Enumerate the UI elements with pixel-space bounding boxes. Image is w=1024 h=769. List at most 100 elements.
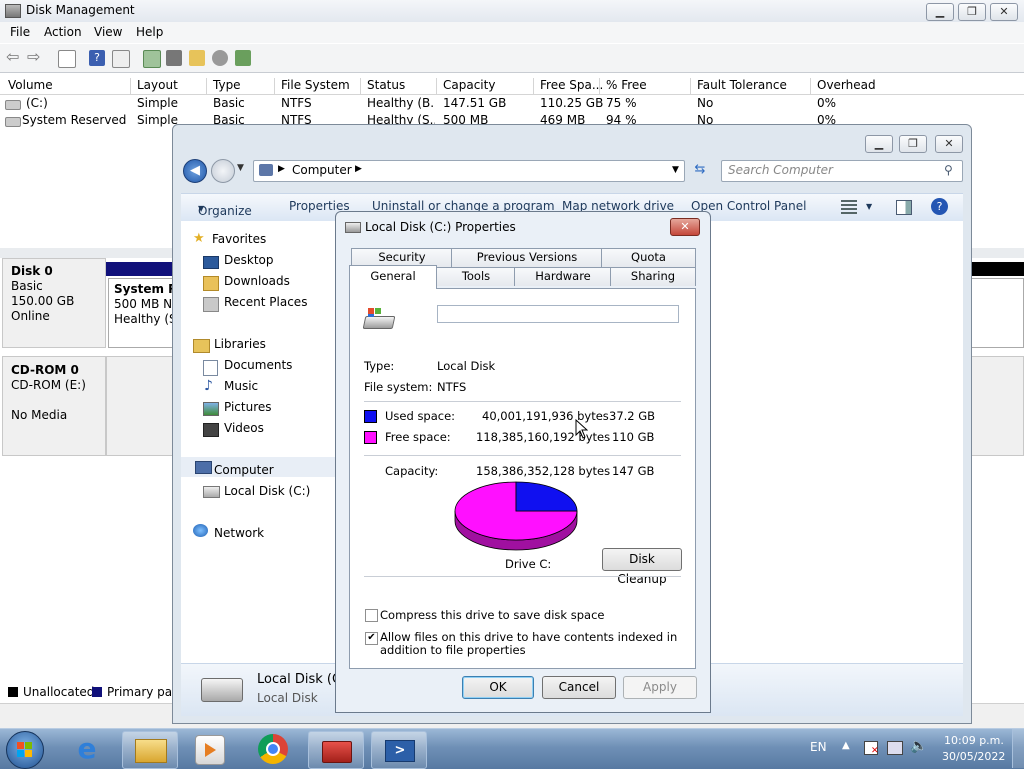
disk-0-size: 150.00 GB [11,294,75,308]
col-fault-tolerance[interactable]: Fault Tolerance [690,78,787,94]
col-file-system[interactable]: File System [274,78,350,94]
col-percent-free[interactable]: % Free [599,78,647,94]
address-dropdown-icon[interactable]: ▼ [672,165,679,175]
tab-hardware[interactable]: Hardware [514,267,612,286]
search-input[interactable]: Search Computer ⚲ [721,160,963,182]
explorer-close-button[interactable]: ✕ [935,135,963,153]
nav-recent-places[interactable]: Recent Places [224,295,307,309]
tab-tools[interactable]: Tools [436,267,516,286]
chrome-icon[interactable] [258,734,288,764]
open-control-panel-button[interactable]: Open Control Panel [691,199,806,213]
menu-help[interactable]: Help [136,25,163,39]
nav-videos[interactable]: Videos [224,421,264,435]
minimize-button[interactable]: ▁ [926,3,954,21]
col-volume[interactable]: Volume [0,78,53,94]
compress-checkbox[interactable] [365,609,378,622]
close-button[interactable]: ✕ [990,3,1018,21]
preview-pane-icon[interactable] [896,200,912,215]
nav-desktop[interactable]: Desktop [224,253,274,267]
forward-arrow-icon[interactable]: ⇨ [27,49,43,66]
view-options-icon[interactable] [841,200,857,214]
col-overhead[interactable]: Overhead [810,78,876,94]
local-disk-icon [203,486,220,498]
start-button[interactable] [6,731,44,769]
settings-icon[interactable] [235,50,251,66]
compress-label[interactable]: Compress this drive to save disk space [380,608,604,622]
cell-volume: System Reserved [22,113,127,127]
cancel-button[interactable]: Cancel [542,676,616,699]
task-powershell[interactable]: > [371,731,427,769]
show-hide-tree-icon[interactable] [58,50,76,68]
address-bar[interactable]: ▶ Computer ▶ ▼ [253,160,685,182]
table-row[interactable]: (C:) Simple Basic NTFS Healthy (B... 147… [0,95,1024,112]
volume-icon[interactable]: 🔈 [910,738,927,754]
language-indicator[interactable]: EN [810,740,827,754]
search-icon[interactable]: ⚲ [944,163,953,177]
show-desktop-button[interactable] [1012,729,1024,768]
index-label[interactable]: Allow files on this drive to have conten… [380,631,685,657]
history-chevron-icon[interactable]: ▼ [237,163,244,173]
refresh-icon[interactable] [143,50,161,68]
nav-downloads[interactable]: Downloads [224,274,290,288]
col-capacity[interactable]: Capacity [436,78,495,94]
search-icon[interactable] [212,50,228,66]
tab-sharing[interactable]: Sharing [610,267,696,286]
help-icon[interactable]: ? [89,50,105,66]
nav-libraries[interactable]: Libraries [214,337,266,351]
explorer-maximize-button[interactable]: ❐ [899,135,927,153]
clock-date[interactable]: 30/05/2022 [942,750,1005,763]
ok-button[interactable]: OK [462,676,534,699]
used-space-label: Used space: [385,409,456,423]
nav-documents[interactable]: Documents [224,358,292,372]
tab-general[interactable]: General [349,265,437,289]
network-tray-icon[interactable] [887,741,903,755]
task-computer-management[interactable] [308,731,364,769]
col-status[interactable]: Status [360,78,405,94]
breadcrumb-arrow-icon[interactable]: ▶ [278,164,285,174]
explorer-minimize-button[interactable]: ▁ [865,135,893,153]
open-folder-icon[interactable] [189,50,205,66]
rescan-icon[interactable] [166,50,182,66]
task-explorer[interactable] [122,731,178,769]
clock-time[interactable]: 10:09 p.m. [944,734,1004,747]
col-type[interactable]: Type [206,78,241,94]
nav-favorites[interactable]: Favorites [212,232,266,246]
internet-explorer-icon[interactable]: e [72,734,102,764]
disk-cleanup-button[interactable]: Disk Cleanup [602,548,682,586]
media-player-icon[interactable] [195,735,225,765]
col-layout[interactable]: Layout [130,78,178,94]
breadcrumb-computer[interactable]: Computer [292,163,352,177]
menu-file[interactable]: File [10,25,30,39]
col-free-space[interactable]: Free Spa... [533,78,603,94]
back-button[interactable]: ◀ [183,159,207,183]
nav-network[interactable]: Network [214,526,264,540]
menu-action[interactable]: Action [44,25,82,39]
chevron-down-icon[interactable]: ▼ [866,202,872,211]
drive-label-input[interactable] [437,305,679,323]
partition-name: System Re [114,282,175,296]
back-arrow-icon[interactable]: ⇦ [6,49,22,66]
partition-c-box[interactable] [970,278,1024,348]
breadcrumb-arrow-icon[interactable]: ▶ [355,164,362,174]
nav-pictures[interactable]: Pictures [224,400,272,414]
nav-local-disk[interactable]: Local Disk (C:) [224,484,310,498]
tab-previous-versions[interactable]: Previous Versions [451,248,603,267]
apply-button[interactable]: Apply [623,676,697,699]
file-system-label: File system: [364,380,433,394]
menu-view[interactable]: View [94,25,122,39]
index-checkbox[interactable]: ✔ [365,632,378,645]
properties-icon[interactable] [112,50,130,68]
show-hidden-icons[interactable]: ▲ [842,740,850,751]
nav-music[interactable]: Music [224,379,258,393]
dialog-close-button[interactable]: ✕ [670,218,700,236]
forward-button[interactable] [211,159,235,183]
action-center-icon[interactable]: ✕ [864,741,879,756]
tab-quota[interactable]: Quota [601,248,696,267]
maximize-button[interactable]: ❐ [958,3,986,21]
system-reserved-partition[interactable]: System Re 500 MB NT Healthy (Sy [108,278,176,348]
help-icon[interactable]: ? [931,198,948,215]
cdrom-0-info[interactable]: CD-ROM 0 CD-ROM (E:) No Media [2,356,106,456]
nav-computer[interactable]: Computer [214,463,274,477]
disk-0-info[interactable]: Disk 0 Basic 150.00 GB Online [2,258,106,348]
refresh-icon[interactable]: ⇆ [689,160,711,180]
